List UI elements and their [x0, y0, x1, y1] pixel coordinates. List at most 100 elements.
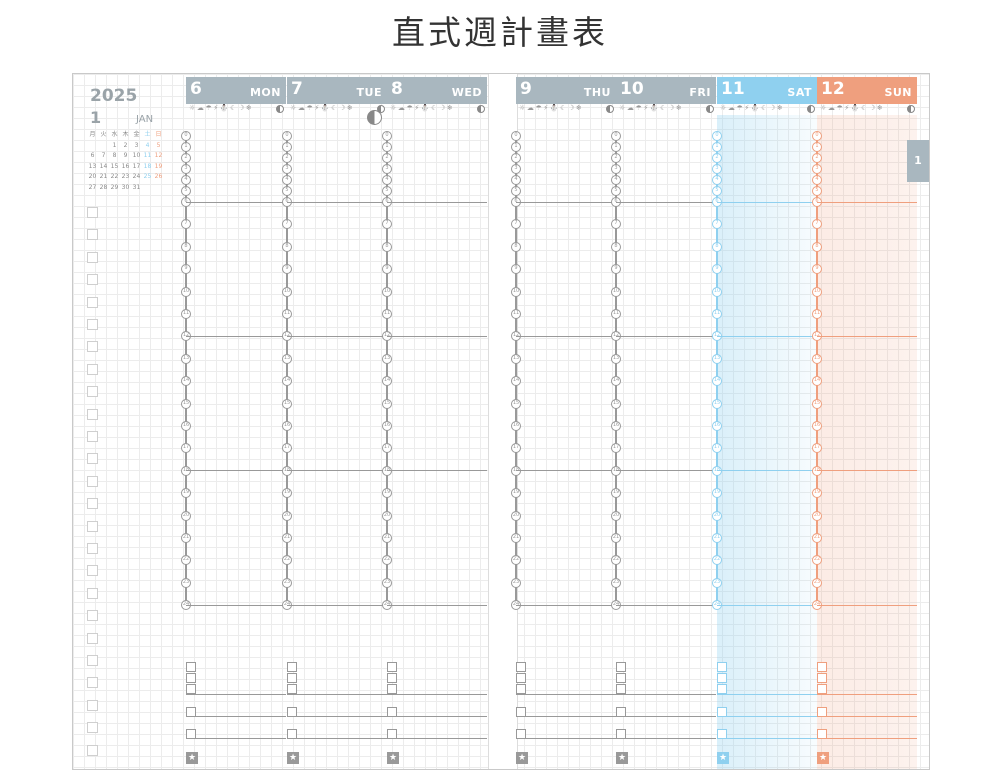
star-icon[interactable]: ★	[516, 752, 528, 764]
checkbox[interactable]	[616, 729, 626, 739]
checkbox[interactable]	[387, 729, 397, 739]
checkbox[interactable]	[387, 707, 397, 717]
day-header[interactable]: 10 FRI	[616, 77, 716, 104]
left-checkbox[interactable]	[87, 386, 98, 398]
day-name: SAT	[787, 86, 812, 99]
mood-box[interactable]	[516, 673, 526, 683]
mood-box[interactable]	[387, 662, 397, 672]
left-checkbox[interactable]	[87, 655, 98, 666]
day-header[interactable]: 11 SAT	[717, 77, 817, 104]
hour-marker: 20	[511, 510, 521, 521]
mood-box[interactable]	[817, 662, 827, 672]
left-checkbox[interactable]	[87, 475, 98, 487]
day-number: 9	[520, 79, 532, 99]
checkbox[interactable]	[817, 729, 827, 739]
left-checkbox[interactable]	[87, 341, 98, 353]
mini-calendar-week: 27 28 29 30 31	[87, 183, 167, 194]
mood-box[interactable]	[287, 684, 297, 694]
mood-box[interactable]	[717, 684, 727, 694]
mood-box[interactable]	[616, 673, 626, 683]
hour-marker: 10	[382, 286, 392, 297]
month-tab[interactable]: 1	[907, 140, 929, 182]
left-checkbox[interactable]	[87, 363, 98, 375]
checkbox[interactable]	[186, 707, 196, 717]
left-checkbox[interactable]	[87, 498, 98, 510]
left-checkbox[interactable]	[87, 722, 98, 734]
left-checkbox[interactable]	[87, 408, 98, 420]
hour-marker: 8	[181, 241, 191, 252]
left-checkbox[interactable]	[87, 632, 98, 644]
mini-calendar-day: 28	[99, 183, 108, 191]
mood-box[interactable]	[717, 662, 727, 672]
left-checkbox[interactable]	[87, 610, 98, 622]
left-checkbox[interactable]	[87, 699, 98, 711]
hour-marker: 10	[511, 286, 521, 297]
day-header[interactable]: 12 SUN	[817, 77, 917, 104]
checkbox[interactable]	[717, 729, 727, 739]
left-checkbox[interactable]	[87, 431, 98, 442]
checkbox[interactable]	[817, 707, 827, 717]
day-header[interactable]: 7 TUE	[287, 77, 387, 104]
hour-marker: 17	[181, 443, 191, 454]
hour-marker: 3	[812, 164, 822, 174]
mood-box[interactable]	[287, 673, 297, 683]
hour-marker: 13	[511, 353, 521, 364]
checkbox[interactable]	[186, 729, 196, 739]
star-icon[interactable]: ★	[717, 752, 729, 764]
mood-box[interactable]	[516, 662, 526, 672]
mood-box[interactable]	[186, 673, 196, 683]
hour-marker: 11	[181, 309, 191, 319]
mood-box[interactable]	[817, 684, 827, 694]
hour-marker: 17	[511, 443, 521, 454]
left-checkbox[interactable]	[87, 543, 98, 554]
checkbox[interactable]	[717, 707, 727, 717]
section-line	[287, 716, 387, 717]
star-icon[interactable]: ★	[616, 752, 628, 764]
mood-box[interactable]	[287, 662, 297, 672]
left-checkbox[interactable]	[87, 565, 98, 577]
section-line	[616, 202, 716, 203]
mood-box[interactable]	[717, 673, 727, 683]
left-checkbox[interactable]	[87, 744, 98, 756]
checkbox[interactable]	[287, 729, 297, 739]
checkbox[interactable]	[616, 707, 626, 717]
mood-box[interactable]	[616, 684, 626, 694]
day-column-wed: 8WED☼☁☂⚡⛄☾☽❄0123456789101112131415161718…	[367, 74, 487, 769]
left-checkbox[interactable]	[87, 677, 98, 689]
left-checkbox[interactable]	[87, 274, 98, 286]
mood-box[interactable]	[516, 684, 526, 694]
mini-calendar-day: 13	[88, 162, 97, 170]
checkbox[interactable]	[516, 729, 526, 739]
day-header[interactable]: 9 THU	[516, 77, 616, 104]
mood-box[interactable]	[387, 673, 397, 683]
left-checkbox[interactable]	[87, 453, 98, 465]
day-header[interactable]: 8 WED	[387, 77, 487, 104]
day-name: FRI	[689, 86, 711, 99]
left-checkbox[interactable]	[87, 229, 98, 241]
hour-marker: 5	[511, 186, 521, 196]
hour-marker: 1	[181, 142, 191, 152]
checkbox[interactable]	[287, 707, 297, 717]
mood-box[interactable]	[186, 684, 196, 694]
mood-box[interactable]	[616, 662, 626, 672]
star-icon[interactable]: ★	[387, 752, 399, 764]
left-checkbox[interactable]	[87, 587, 98, 599]
hour-marker: 21	[382, 533, 392, 543]
mood-box[interactable]	[387, 684, 397, 694]
left-checkbox[interactable]	[87, 296, 98, 308]
section-line	[717, 202, 817, 203]
section-line	[287, 202, 387, 203]
section-line	[186, 202, 286, 203]
mood-box[interactable]	[186, 662, 196, 672]
mood-box[interactable]	[817, 673, 827, 683]
left-checkbox[interactable]	[87, 207, 98, 218]
left-checkbox[interactable]	[87, 251, 98, 263]
day-header[interactable]: 6 MON	[186, 77, 286, 104]
star-icon[interactable]: ★	[817, 752, 829, 764]
hour-marker: 11	[611, 309, 621, 319]
left-checkbox[interactable]	[87, 319, 98, 330]
checkbox[interactable]	[516, 707, 526, 717]
star-icon[interactable]: ★	[186, 752, 198, 764]
star-icon[interactable]: ★	[287, 752, 299, 764]
left-checkbox[interactable]	[87, 520, 98, 532]
